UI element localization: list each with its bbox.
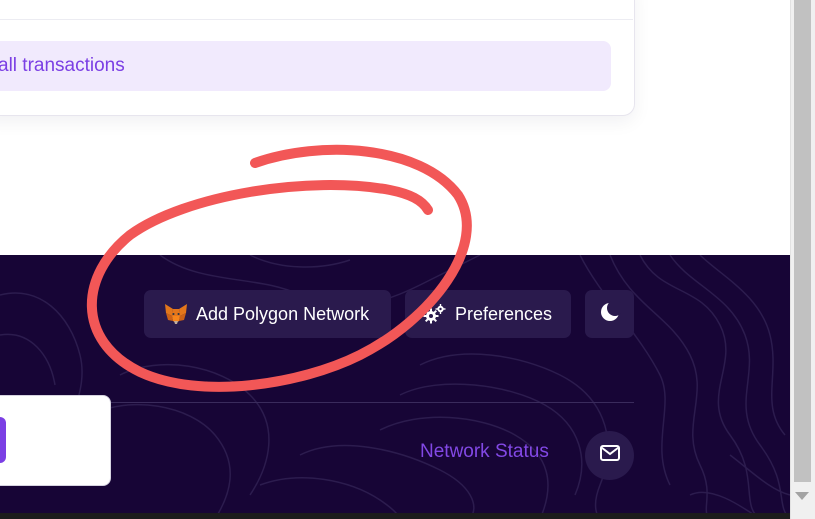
add-polygon-network-label: Add Polygon Network <box>196 303 370 324</box>
envelope-icon <box>599 444 621 467</box>
view-all-transactions-button[interactable]: all transactions <box>0 41 611 91</box>
preferences-label: Preferences <box>455 303 553 324</box>
gears-icon <box>423 303 447 325</box>
vertical-scrollbar[interactable] <box>790 0 815 519</box>
page: all transactions Add Polygon Network Pre… <box>0 0 790 519</box>
subscribe-button[interactable] <box>0 417 6 463</box>
theme-toggle-button[interactable] <box>585 290 634 338</box>
card-divider <box>0 19 633 20</box>
add-polygon-network-button[interactable]: Add Polygon Network <box>144 290 391 338</box>
contact-mail-button[interactable] <box>585 431 634 480</box>
moon-icon <box>599 299 623 328</box>
footer: Add Polygon Network Preferences Network … <box>0 255 790 519</box>
network-status-link[interactable]: Network Status <box>420 441 549 463</box>
metamask-fox-icon <box>164 303 188 325</box>
topographic-background <box>0 255 790 519</box>
subscribe-box <box>0 395 111 486</box>
scrollbar-thumb[interactable] <box>794 0 811 482</box>
scroll-down-arrow-icon[interactable] <box>795 492 809 500</box>
taskbar-strip <box>0 513 790 519</box>
preferences-button[interactable]: Preferences <box>405 290 571 338</box>
